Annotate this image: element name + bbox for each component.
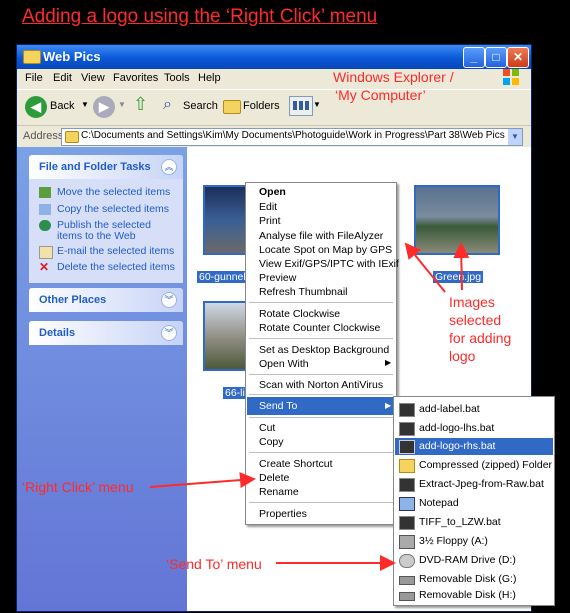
annotation-arrows [149, 242, 470, 571]
arrow-to-selected-image [404, 242, 446, 293]
arrow-to-green-jpg [453, 242, 470, 291]
arrow-to-right-click-menu [149, 472, 256, 489]
